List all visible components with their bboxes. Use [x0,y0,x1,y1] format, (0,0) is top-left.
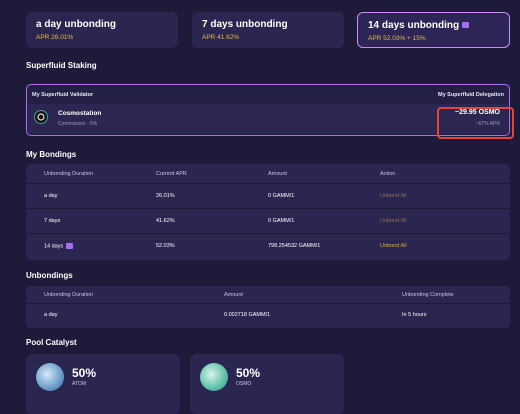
unbonding-card-apr: APR 52.03% + 15% [368,35,426,42]
unbonding-card-title: 14 days unbonding [368,20,499,31]
unbondings-header-amount: Amount [224,292,243,298]
bondings-header-amount: Amount [268,171,287,177]
delegation-header: My Superfluid Delegation [437,92,504,98]
superfluid-title: Superfluid Staking [26,61,97,70]
table-row: 7 days 41.62% 0 GAMM/1 Unbond All [26,209,510,233]
unbondings-header-duration: Unbonding Duration [44,292,93,298]
pool-asset-card-osmo: 50% OSMO [190,354,344,414]
bonding-duration: 7 days [44,218,61,224]
unbonding-card-7days[interactable]: 7 days unbonding APR 41.62% [192,12,344,48]
bonding-duration: 14 days [44,243,74,249]
unbonding-card-apr: APR 41.62% [202,34,240,41]
pool-asset-card-atom: 50% ATOM [26,354,180,414]
unbonding-card-14days[interactable]: 14 days unbonding APR 52.03% + 15% [357,12,510,48]
validator-row[interactable]: Cosmostation Commission - 5% ~29.95 OSMO… [28,104,508,134]
unbonding-card-title: a day unbonding [36,19,116,30]
unbondings-header-complete: Unbonding Complete [402,292,454,298]
table-row: 14 days 52.03% 798.254532 GAMM/1 Unbond … [26,234,510,260]
unbondings-table: Unbonding Duration Amount Unbonding Comp… [26,286,510,328]
bondings-title: My Bondings [26,150,77,159]
validator-name: Cosmostation [58,110,102,117]
pool-catalyst-title: Pool Catalyst [26,338,77,347]
unbonding-complete: In 5 hours [402,312,427,318]
cosmostation-logo-icon [34,110,48,124]
unbond-all-button[interactable]: Unbond All [380,243,407,249]
unbond-all-button[interactable]: Unbond All [380,193,407,199]
unbondings-title: Unbondings [26,271,73,280]
unbonding-card-apr: APR 26.01% [36,34,74,41]
bondings-table: Unbonding Duration Current APR Amount Ac… [26,164,510,260]
unbonding-amount: 0.002718 GAMM/1 [224,312,271,318]
validator-commission: Commission - 5% [58,121,98,127]
bonding-apr: 41.62% [156,218,175,224]
pool-asset-percent: 50% [236,366,261,380]
unbonding-card-1day[interactable]: a day unbonding APR 26.01% [26,12,178,48]
atom-token-icon [36,363,64,391]
pool-asset-symbol: OSMO [236,381,252,387]
unbonding-duration: a day [44,312,58,318]
osmo-token-icon [200,363,228,391]
validator-header: My Superfluid Validator [32,92,94,98]
superfluid-badge-icon [462,22,470,29]
pool-asset-percent: 50% [72,366,97,380]
bonding-apr: 52.03% [156,243,175,249]
table-row: a day 0.002718 GAMM/1 In 5 hours [26,304,510,328]
bondings-header-action: Action [380,171,396,177]
bonding-amount: 0 GAMM/1 [268,193,295,199]
table-row: a day 26.01% 0 GAMM/1 Unbond All [26,184,510,208]
bonding-duration: a day [44,193,58,199]
bondings-header-apr: Current APR [156,171,187,177]
bondings-header-duration: Unbonding Duration [44,171,93,177]
unbonding-card-title: 7 days unbonding [202,19,288,30]
superfluid-badge-icon [66,243,74,249]
bonding-apr: 26.01% [156,193,175,199]
unbond-all-button[interactable]: Unbond All [380,218,407,224]
pool-asset-symbol: ATOM [72,381,86,387]
bonding-amount: 0 GAMM/1 [268,218,295,224]
bonding-amount: 798.254532 GAMM/1 [268,243,321,249]
delegation-highlight-box [437,107,514,139]
